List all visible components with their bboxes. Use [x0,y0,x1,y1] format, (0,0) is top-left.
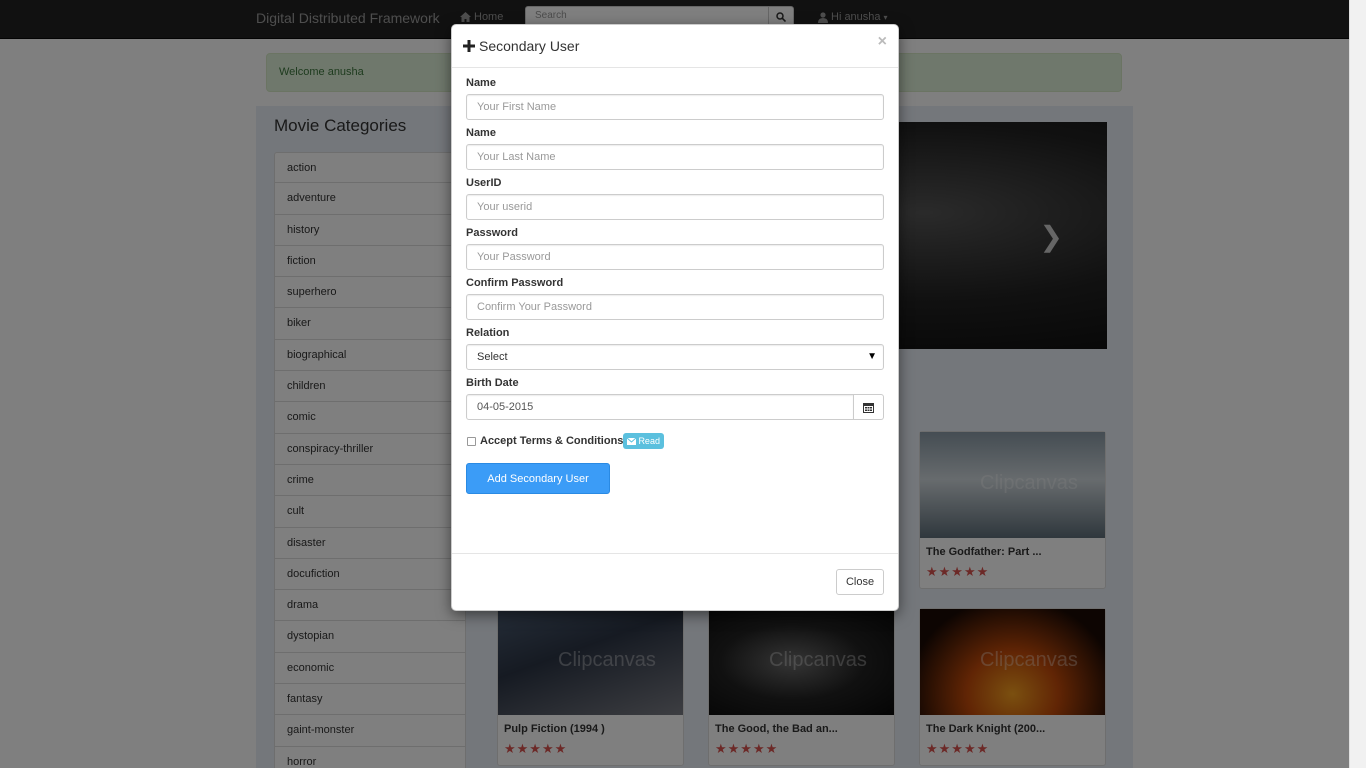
birth-date-group: 04-05-2015 [466,394,884,420]
last-name-input[interactable]: Your Last Name [466,144,884,170]
relation-select[interactable]: Select ▼ [466,344,884,370]
modal-footer: Close [452,553,898,610]
terms-checkbox[interactable] [467,436,476,446]
password-input[interactable]: Your Password [466,244,884,270]
confirm-password-input[interactable]: Confirm Your Password [466,294,884,320]
envelope-icon [627,437,637,445]
userid-input[interactable]: Your userid [466,194,884,220]
userid-label: UserID [466,177,502,189]
terms-label[interactable]: Accept Terms & Conditions [480,435,623,447]
caret-down-icon: ▼ [867,351,877,362]
modal-title: Secondary User [479,38,580,54]
modal-header: Secondary User × [452,25,898,68]
password-label: Password [466,227,518,239]
secondary-user-modal: Secondary User × Name Your First Name Na… [451,24,899,611]
page-scrollbar[interactable] [1349,0,1366,768]
relation-label: Relation [466,327,510,339]
relation-selected-value: Select [477,351,508,363]
first-name-label: Name [466,77,496,89]
terms-row: Accept Terms & Conditions Read [466,433,884,449]
plus-icon [463,40,475,52]
modal-body: Name Your First Name Name Your Last Name… [452,68,898,494]
first-name-input[interactable]: Your First Name [466,94,884,120]
last-name-label: Name [466,127,496,139]
read-terms-link[interactable]: Read [623,433,664,449]
read-label: Read [638,436,660,446]
birth-date-input[interactable]: 04-05-2015 [466,394,854,420]
close-button[interactable]: Close [836,569,884,595]
add-secondary-user-button[interactable]: Add Secondary User [466,463,610,494]
birth-date-label: Birth Date [466,377,519,389]
calendar-button[interactable] [854,394,884,420]
confirm-password-label: Confirm Password [466,277,564,289]
calendar-icon [863,402,874,413]
close-icon[interactable]: × [878,33,887,51]
